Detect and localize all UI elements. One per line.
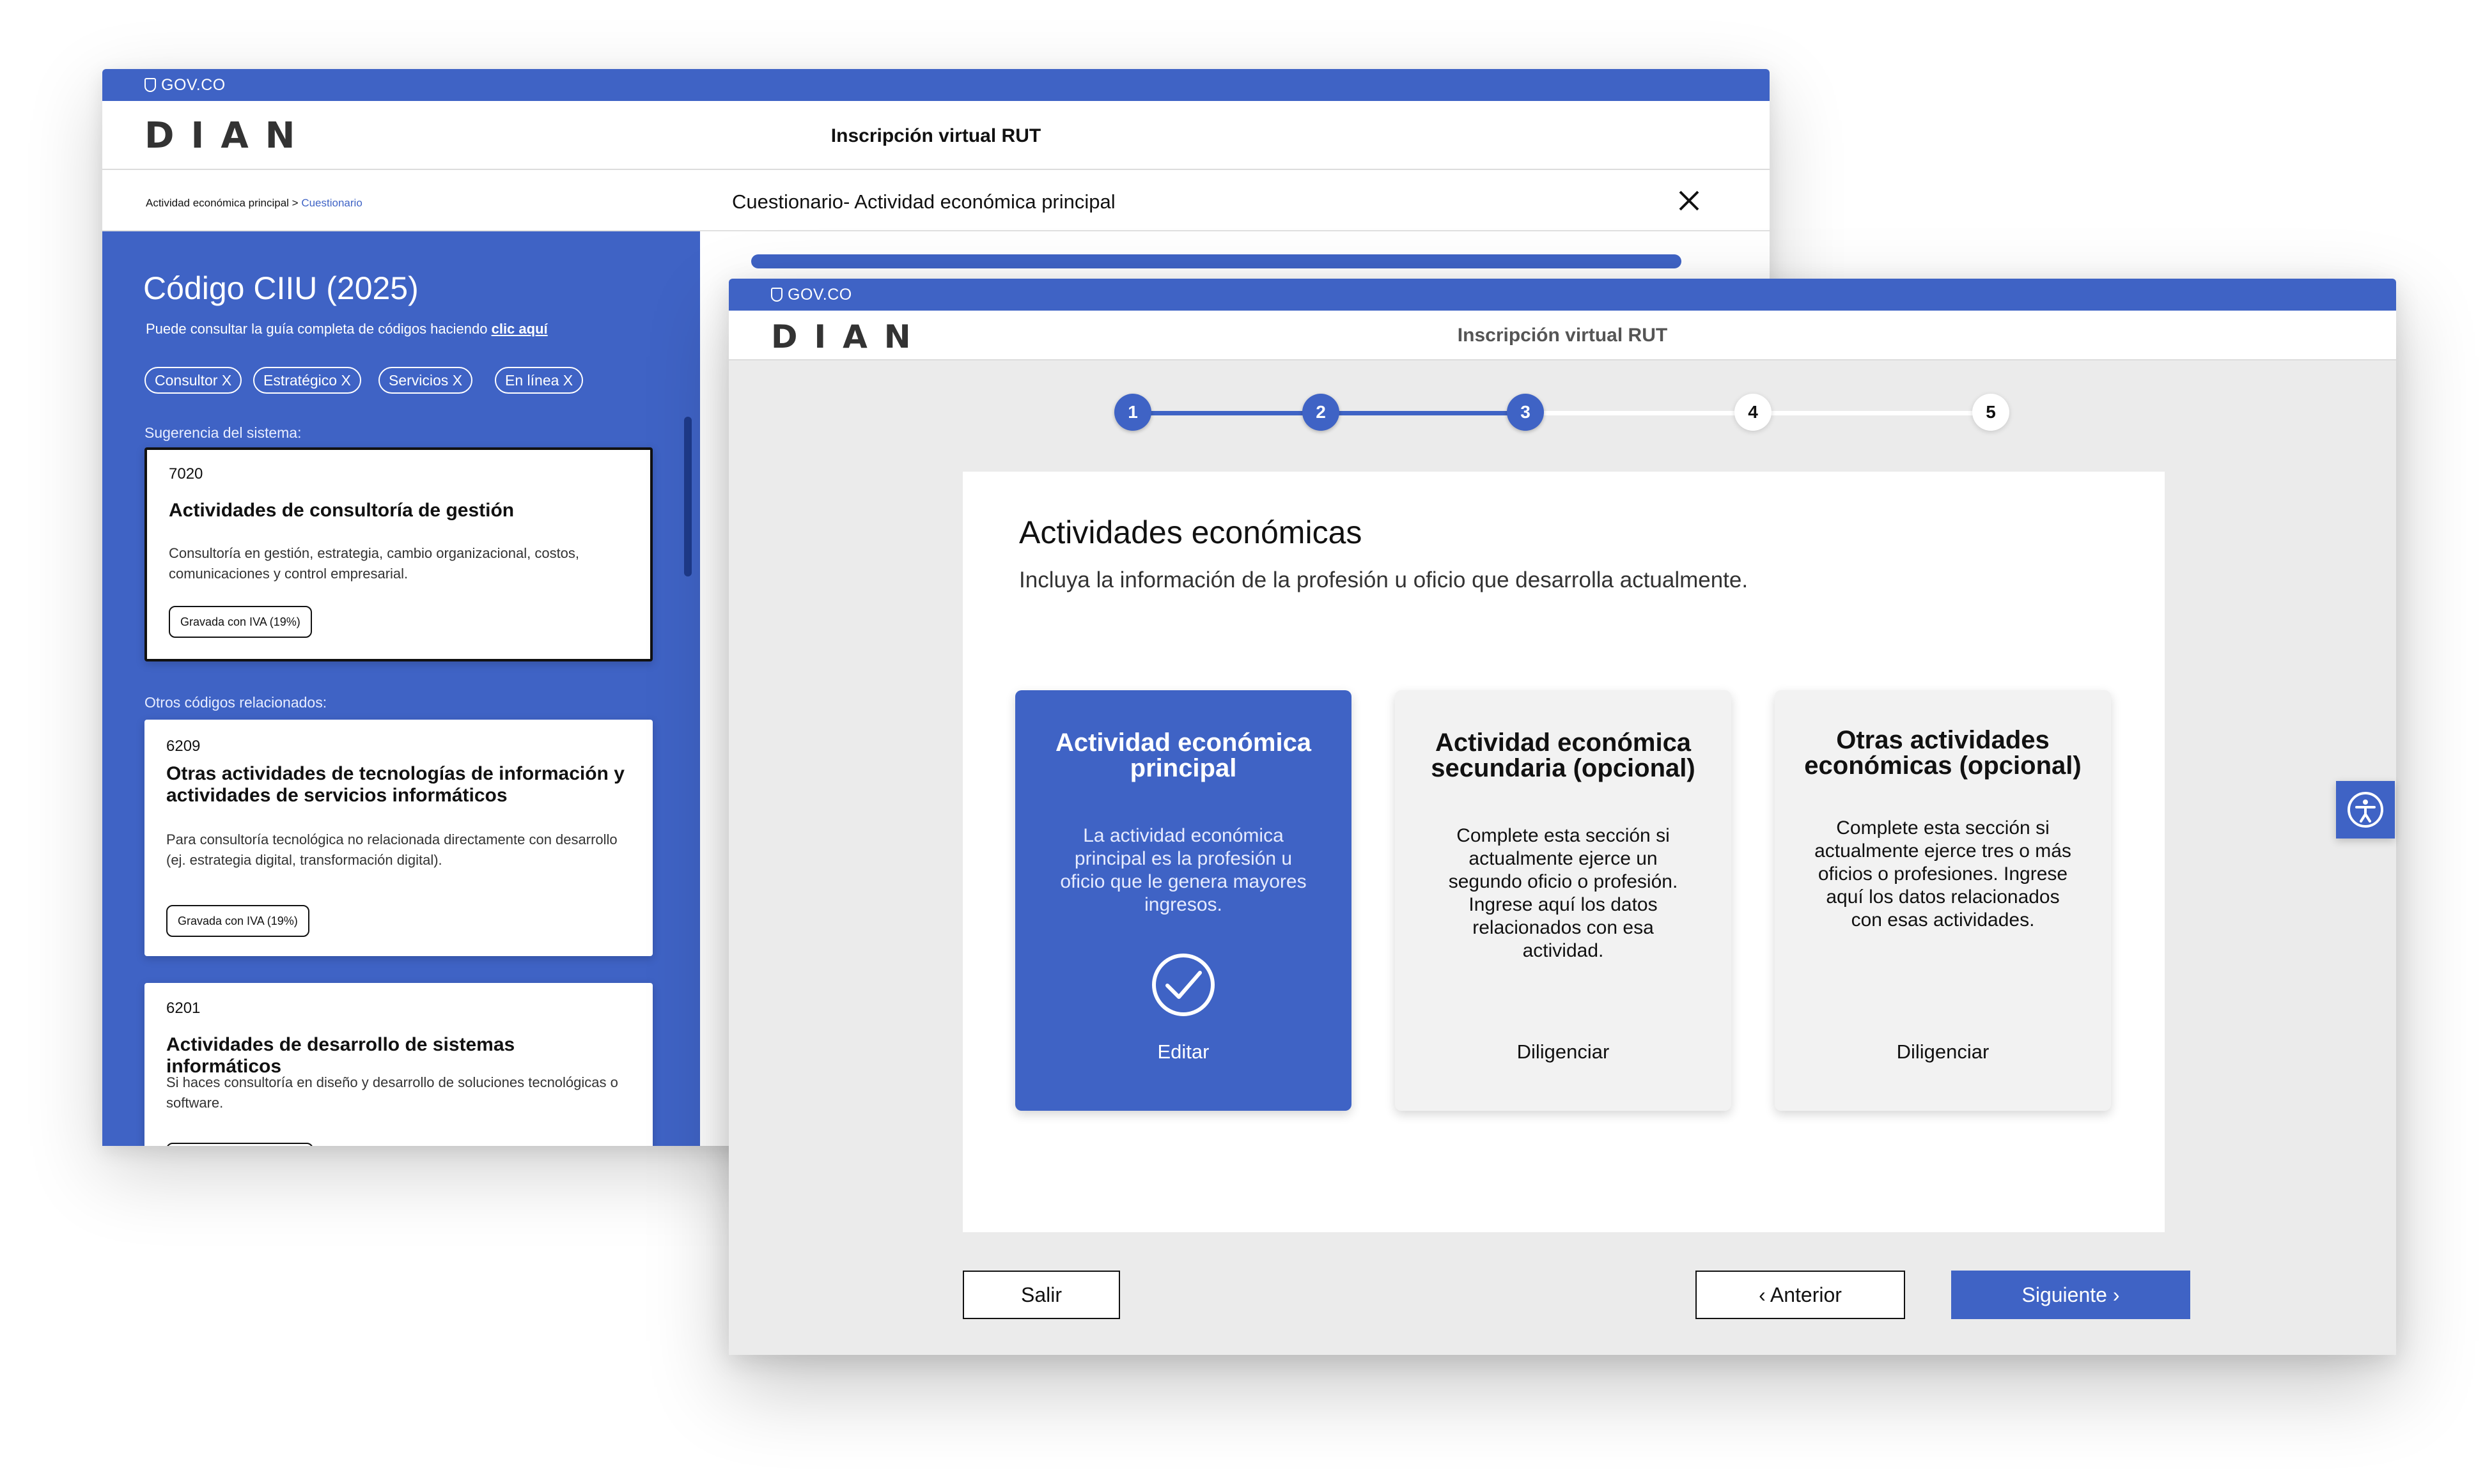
- app-header: DIAN Inscripción virtual RUT: [102, 101, 1770, 170]
- sidebar-scrollbar[interactable]: [684, 417, 692, 576]
- app-header: DIAN Inscripción virtual RUT: [729, 311, 2396, 360]
- ciiu-card-suggested[interactable]: 7020 Actividades de consultoría de gesti…: [144, 447, 653, 661]
- stepper: 1 2 3 4 5: [729, 394, 2396, 432]
- ciiu-guide-link[interactable]: clic aquí: [492, 321, 548, 337]
- gov-bar: GOV.CO: [102, 69, 1770, 101]
- page-subtitle: Incluya la información de la profesión u…: [1019, 568, 1748, 592]
- suggestion-label: Sugerencia del sistema:: [144, 424, 302, 441]
- gov-label[interactable]: GOV.CO: [788, 286, 852, 304]
- next-button-label: Siguiente: [2021, 1283, 2107, 1306]
- app-title: Inscripción virtual RUT: [830, 125, 1041, 146]
- activity-card-description: Complete esta sección si actualmente eje…: [1814, 817, 2071, 931]
- fill-secundaria-button[interactable]: Diligenciar: [1395, 1040, 1731, 1063]
- breadcrumb: Actividad económica principal > Cuestion…: [146, 197, 362, 210]
- breadcrumb-separator: >: [288, 197, 302, 209]
- gov-shield-icon: [771, 288, 783, 302]
- previous-button-label: Anterior: [1770, 1283, 1842, 1306]
- fill-otras-button[interactable]: Diligenciar: [1775, 1040, 2111, 1063]
- ciiu-card-description: Consultoría en gestión, estrategia, camb…: [169, 545, 580, 582]
- ciiu-title: Código CIIU (2025): [143, 270, 419, 306]
- foreground-window: GOV.CO DIAN Inscripción virtual RUT 1 2 …: [729, 279, 2396, 1355]
- ciiu-code: 7020: [169, 465, 203, 483]
- filter-chip-consultor[interactable]: Consultor X: [144, 367, 242, 394]
- activity-card-secundaria[interactable]: Actividad económica secundaria (opcional…: [1395, 690, 1731, 1111]
- filter-chip-servicios[interactable]: Servicios X: [378, 367, 473, 394]
- gov-label[interactable]: GOV.CO: [161, 76, 226, 95]
- activity-card-description: Complete esta sección si actualmente eje…: [1448, 825, 1678, 961]
- gov-shield-icon: [144, 78, 156, 92]
- chevron-right-icon: ›: [2107, 1283, 2120, 1306]
- breadcrumb-current: Cuestionario: [301, 197, 362, 209]
- filter-chip-estrategico[interactable]: Estratégico X: [253, 367, 361, 394]
- accessibility-button[interactable]: [2336, 781, 2395, 839]
- ciiu-card-description: Si haces consultoría en diseño y desarro…: [166, 1074, 618, 1111]
- page-title: Actividades económicas: [1019, 514, 1362, 550]
- ciiu-card-description: Para consultoría tecnológica no relacion…: [166, 831, 618, 868]
- accessibility-icon: [2348, 792, 2383, 828]
- step-3[interactable]: 3: [1507, 394, 1544, 431]
- tax-badge: [166, 1143, 313, 1146]
- step-4[interactable]: 4: [1734, 394, 1772, 431]
- ciiu-card-related[interactable]: 6209 Otras actividades de tecnologías de…: [144, 720, 653, 956]
- ciiu-card-title: Actividades de consultoría de gestión: [169, 500, 515, 521]
- step-1[interactable]: 1: [1114, 394, 1151, 431]
- step-5[interactable]: 5: [1972, 394, 2009, 431]
- questionnaire-bar: Actividad económica principal > Cuestion…: [102, 171, 1770, 231]
- activity-card-otras[interactable]: Otras actividades económicas (opcional) …: [1775, 690, 2111, 1111]
- questionnaire-title: Cuestionario- Actividad económica princi…: [732, 190, 1116, 213]
- edit-button[interactable]: Editar: [1015, 1040, 1351, 1063]
- activity-card-title: Actividad económica secundaria (opcional…: [1431, 729, 1695, 782]
- tax-badge: Gravada con IVA (19%): [166, 905, 309, 937]
- gov-bar: GOV.CO: [729, 279, 2396, 311]
- exit-button[interactable]: Salir: [963, 1271, 1120, 1319]
- tax-badge: Gravada con IVA (19%): [169, 606, 312, 638]
- activity-card-description: La actividad económica principal es la p…: [1060, 825, 1307, 915]
- ciiu-code: 6209: [166, 738, 201, 755]
- activity-card-title: Actividad económica principal: [1055, 729, 1312, 782]
- next-button[interactable]: Siguiente ›: [1951, 1271, 2190, 1319]
- activity-card-principal[interactable]: Actividad económica principal La activid…: [1015, 690, 1351, 1111]
- ciiu-code: 6201: [166, 1000, 201, 1017]
- filter-chip-en-linea[interactable]: En línea X: [495, 367, 584, 394]
- ciiu-sidebar: Código CIIU (2025) Puede consultar la gu…: [102, 231, 700, 1146]
- ciiu-card-related[interactable]: 6201 Actividades de desarrollo de sistem…: [144, 983, 653, 1146]
- ciiu-card-title: Actividades de desarrollo de sistemas in…: [166, 1034, 515, 1077]
- ciiu-card-title: Otras actividades de tecnologías de info…: [166, 763, 625, 806]
- ciiu-subtitle-text: Puede consultar la guía completa de códi…: [146, 321, 492, 337]
- step-2[interactable]: 2: [1302, 394, 1339, 431]
- activity-card-title: Otras actividades económicas (opcional): [1804, 726, 2082, 780]
- app-title: Inscripción virtual RUT: [1457, 325, 1668, 346]
- chevron-left-icon: ‹: [1759, 1283, 1770, 1306]
- activities-panel: Actividades económicas Incluya la inform…: [963, 472, 2165, 1232]
- progress-bar: [751, 254, 1681, 268]
- breadcrumb-parent[interactable]: Actividad económica principal: [146, 197, 289, 209]
- close-icon[interactable]: [1676, 188, 1702, 213]
- check-circle-icon: [1152, 954, 1215, 1016]
- previous-button[interactable]: ‹ Anterior: [1695, 1271, 1905, 1319]
- ciiu-subtitle: Puede consultar la guía completa de códi…: [146, 321, 548, 337]
- related-codes-label: Otros códigos relacionados:: [144, 694, 327, 711]
